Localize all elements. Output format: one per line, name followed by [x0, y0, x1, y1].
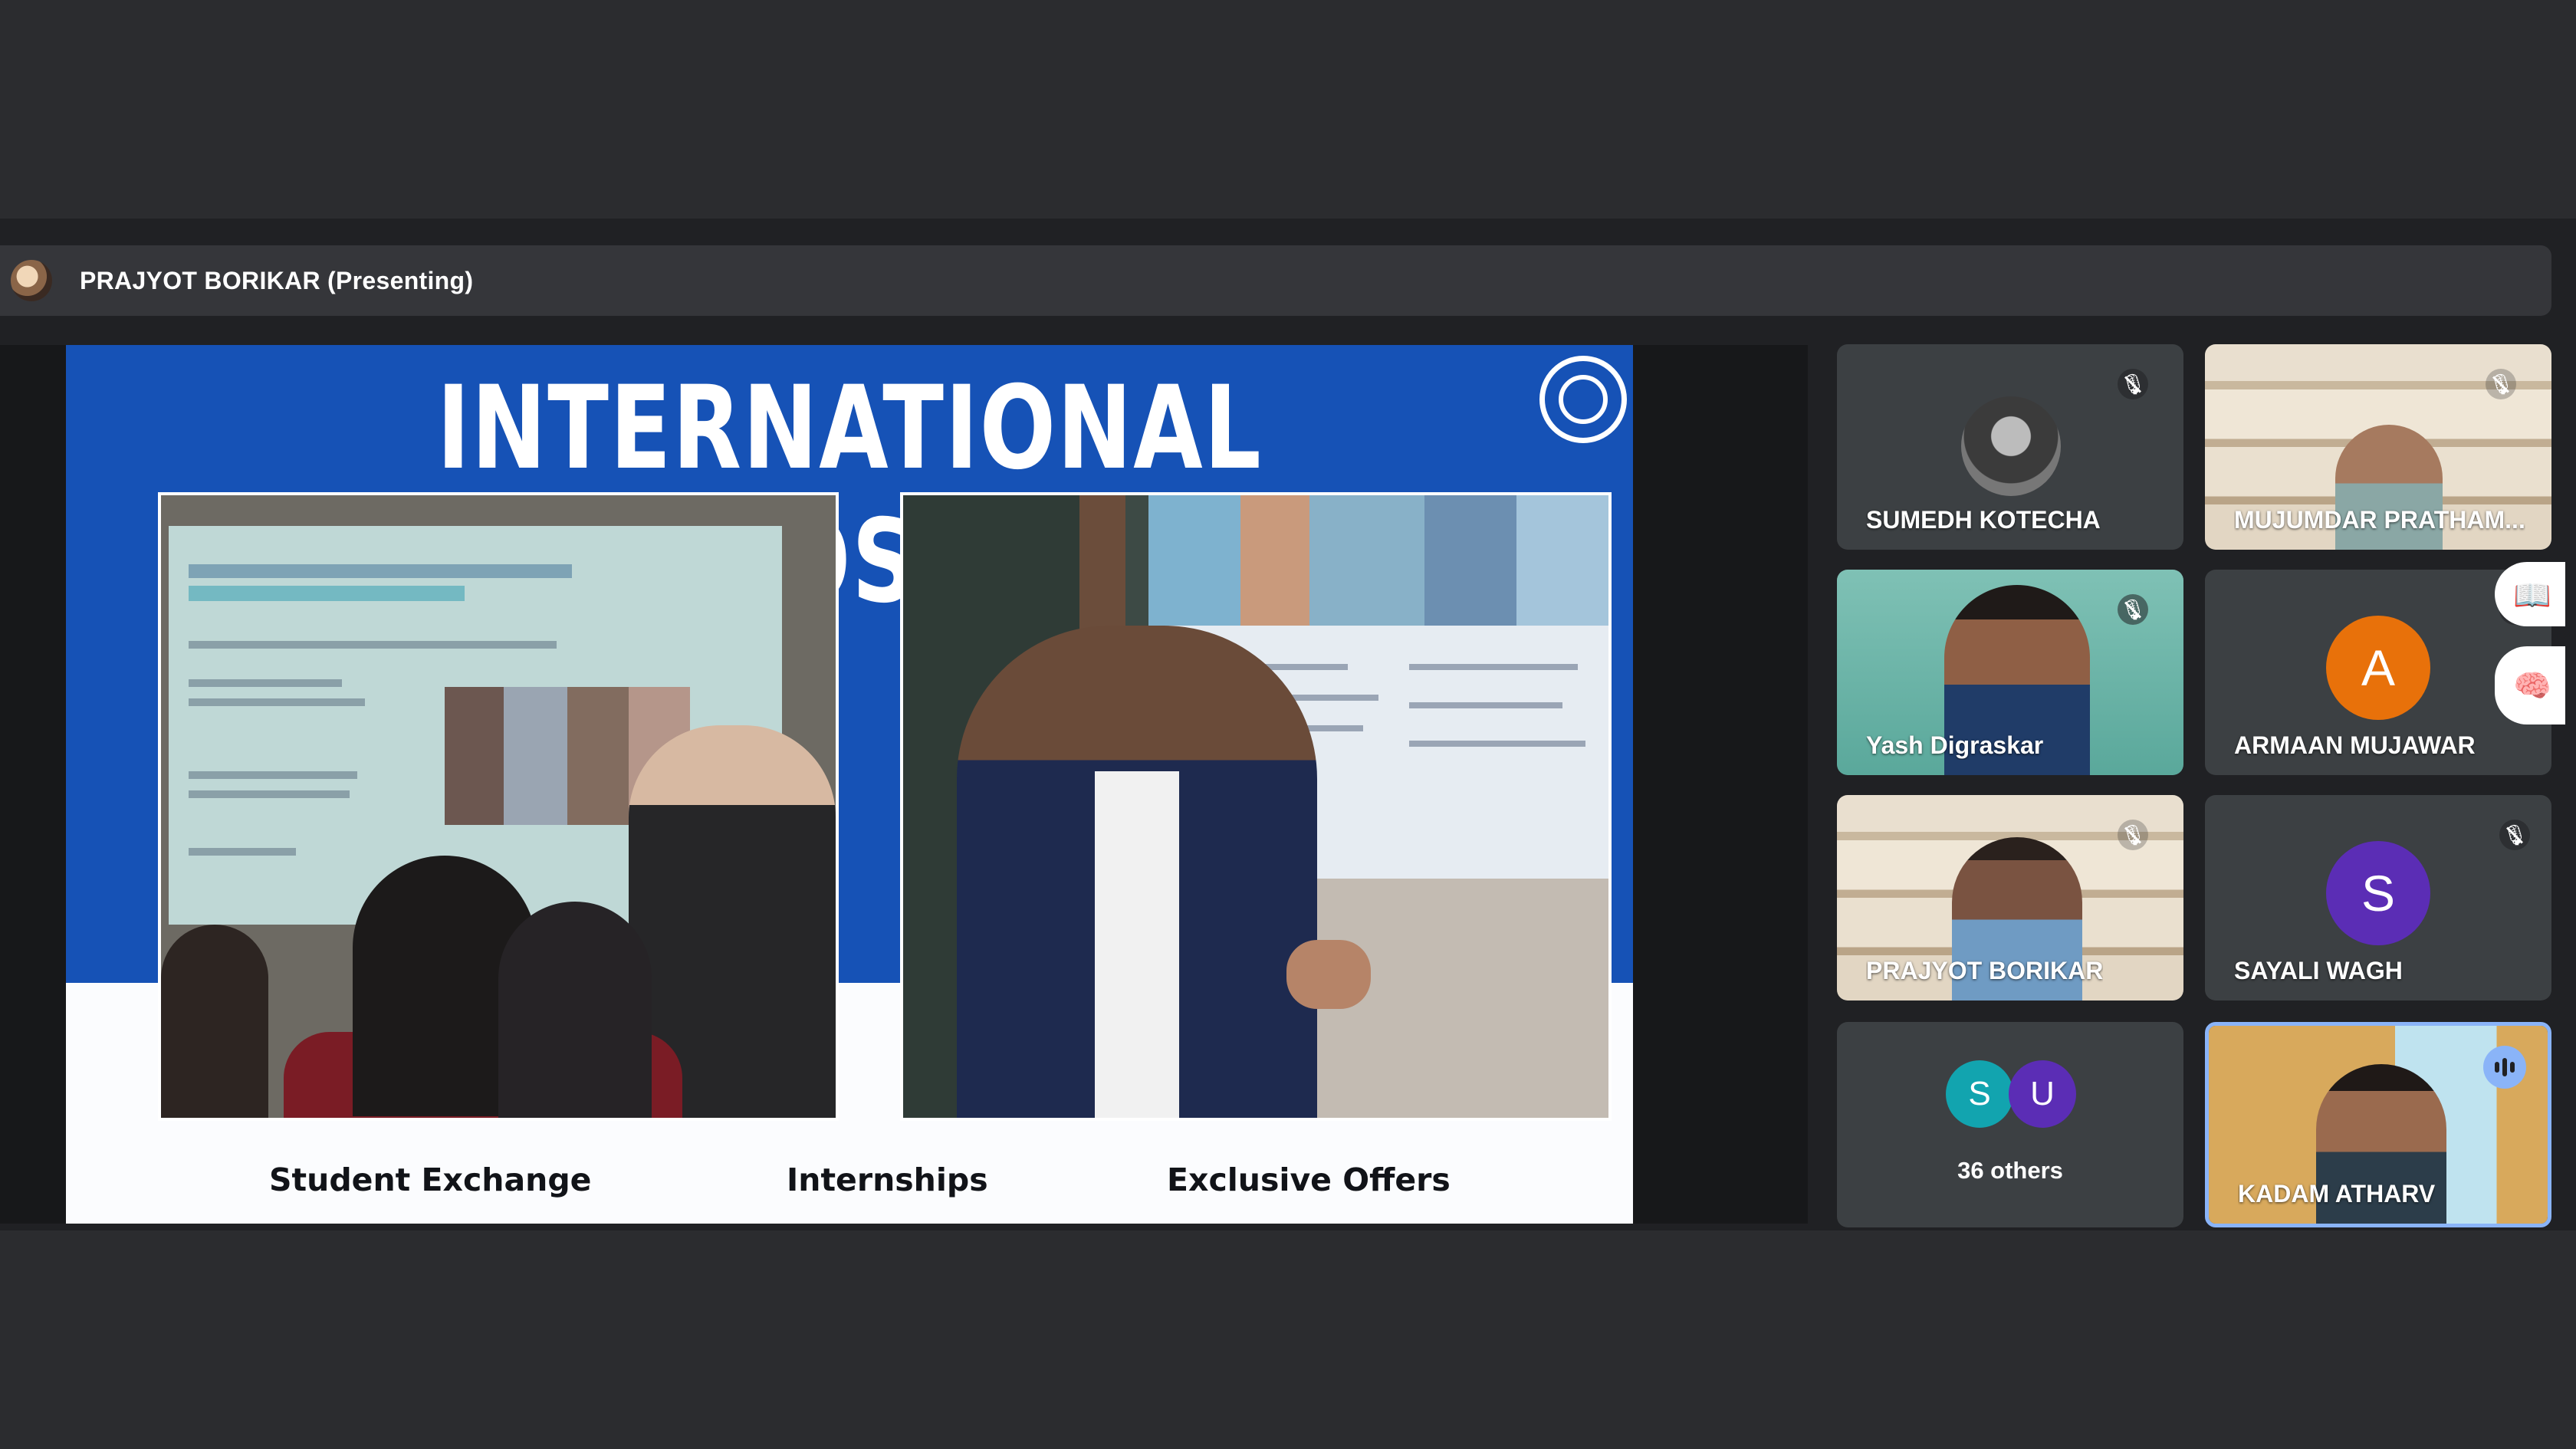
participant-name: SAYALI WAGH	[2234, 957, 2403, 984]
participant-avatar: A	[2326, 616, 2430, 720]
others-avatar: U	[2009, 1060, 2076, 1128]
top-letterbox	[0, 0, 2576, 219]
slide-photo-lecture	[158, 492, 839, 1121]
profile-photo	[1961, 396, 2061, 496]
slide-photo-presenter	[900, 492, 1612, 1121]
participant-tile[interactable]: S 🎙 SAYALI WAGH	[2205, 795, 2551, 1001]
participant-tile[interactable]: 🎙 Yash Digraskar	[1837, 570, 2183, 775]
presenter-avatar	[11, 260, 52, 301]
participant-name: SUMEDH KOTECHA	[1866, 506, 2101, 534]
participant-avatar: S	[2326, 841, 2430, 945]
caption-exclusive-offers: Exclusive Offers	[1167, 1162, 1451, 1198]
participant-tile[interactable]: KADAM ATHARV	[2205, 1022, 2551, 1227]
mic-off-icon: 🎙	[2118, 820, 2148, 850]
participant-tile[interactable]: 🎙 PRAJYOT BORIKAR	[1837, 795, 2183, 1001]
participant-name: ARMAAN MUJAWAR	[2234, 731, 2476, 759]
others-count: 36 others	[1957, 1157, 2063, 1184]
presentation-slide: INTERNATIONAL EXPOSURE Student Exchange …	[66, 345, 1633, 1224]
book-icon: 📖	[2513, 579, 2551, 613]
mic-off-icon: 🎙	[2486, 369, 2516, 399]
reading-mode-button[interactable]: 📖	[2495, 562, 2565, 626]
participant-name: MUJUMDAR PRATHAM...	[2234, 506, 2525, 534]
participant-name: KADAM ATHARV	[2238, 1180, 2436, 1208]
presenter-label: PRAJYOT BORIKAR (Presenting)	[80, 266, 474, 294]
participant-name: Yash Digraskar	[1866, 731, 2044, 759]
mic-off-icon: 🎙	[2499, 820, 2530, 850]
caption-student-exchange: Student Exchange	[269, 1162, 592, 1198]
participant-tile[interactable]: 🎙 SUMEDH KOTECHA	[1837, 344, 2183, 550]
others-avatar: S	[1946, 1060, 2013, 1128]
ai-assistant-button[interactable]: 🧠	[2495, 646, 2565, 724]
university-logo-icon	[1539, 356, 1627, 443]
participant-name: PRAJYOT BORIKAR	[1866, 957, 2104, 984]
presenter-bar: PRAJYOT BORIKAR (Presenting)	[0, 245, 2551, 316]
speaking-indicator-icon	[2483, 1046, 2526, 1089]
others-tile[interactable]: S U 36 others	[1837, 1022, 2183, 1227]
bottom-letterbox	[0, 1230, 2576, 1449]
mic-off-icon: 🎙	[2118, 594, 2148, 625]
brain-icon: 🧠	[2513, 669, 2551, 703]
mic-off-icon: 🎙	[2118, 369, 2148, 399]
participant-tile[interactable]: 🎙 MUJUMDAR PRATHAM...	[2205, 344, 2551, 550]
caption-internships: Internships	[787, 1162, 988, 1198]
